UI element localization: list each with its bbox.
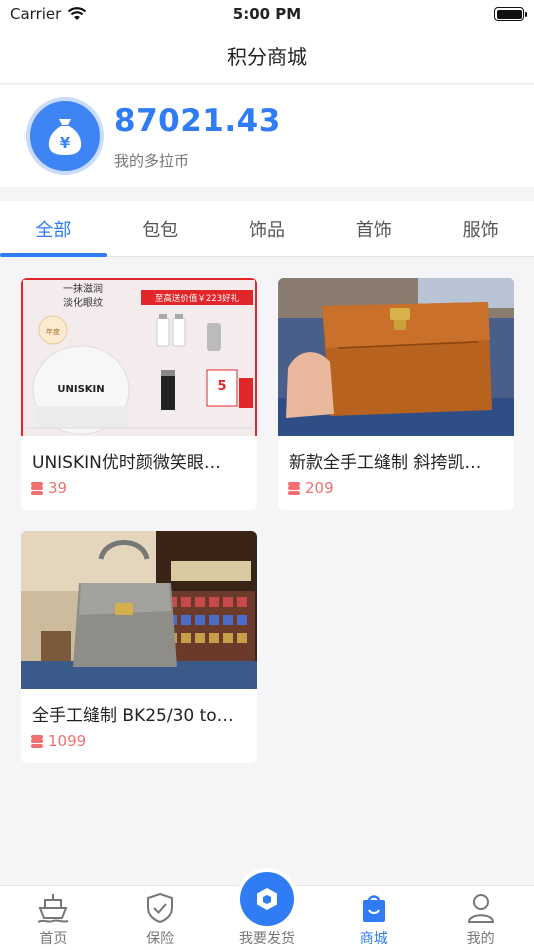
product-card[interactable]: 全手工缝制 BK25/30 to… 1099 (21, 531, 257, 763)
svg-text:¥: ¥ (60, 134, 71, 152)
ship-icon (36, 891, 70, 925)
coin-icon (31, 481, 43, 495)
balance-label: 我的多拉币 (114, 152, 190, 170)
price-value: 39 (48, 479, 68, 497)
skincare-product-image: 一抹滋润 淡化眼纹 至高送价值￥223好礼 年度 UNISKIN 5 (21, 278, 257, 436)
category-tabs: 全部 包包 饰品 首饰 服饰 (0, 201, 534, 257)
tabbar-label: 保险 (146, 931, 175, 947)
product-card[interactable]: 一抹滋润 淡化眼纹 至高送价值￥223好礼 年度 UNISKIN 5 UNISK… (21, 278, 257, 510)
product-price: 1099 (31, 732, 86, 750)
status-left: Carrier (10, 5, 87, 23)
ship-goods-button[interactable] (235, 868, 298, 930)
svg-text:一抹滋润: 一抹滋润 (63, 282, 103, 295)
tabbar-label: 我要发货 (238, 931, 295, 947)
tabbar-label: 我的 (466, 931, 495, 947)
tabbar-label: 首页 (39, 931, 68, 947)
tabbar-home[interactable]: 首页 (0, 886, 107, 950)
tab-accessories[interactable]: 饰品 (214, 201, 321, 256)
package-icon (239, 872, 294, 926)
carrier-label: Carrier (10, 5, 62, 23)
tab-clothing[interactable]: 服饰 (427, 201, 534, 256)
bottom-tab-bar: 首页 保险 我要发货 商城 我的 (0, 868, 534, 950)
shield-check-icon (143, 891, 177, 925)
price-value: 1099 (48, 732, 87, 750)
grey-handbag-image (21, 531, 257, 689)
price-value: 209 (305, 479, 334, 497)
product-title: 全手工缝制 BK25/30 to… (32, 706, 234, 726)
tabbar-label: 商城 (359, 931, 388, 947)
tab-bags[interactable]: 包包 (107, 201, 214, 256)
product-price: 39 (31, 479, 67, 497)
tabbar-ship-goods[interactable]: 我要发货 (214, 868, 321, 950)
wifi-icon (68, 7, 87, 20)
tab-all[interactable]: 全部 (0, 201, 107, 257)
tabbar-mine[interactable]: 我的 (427, 886, 534, 950)
product-card[interactable]: 新款全手工缝制 斜挎凯… 209 (278, 278, 514, 510)
product-title: 新款全手工缝制 斜挎凯… (289, 453, 482, 473)
svg-text:UNISKIN: UNISKIN (57, 384, 104, 395)
status-bar: Carrier 5:00 PM (0, 0, 534, 28)
svg-text:淡化眼纹: 淡化眼纹 (63, 296, 103, 309)
svg-text:5: 5 (217, 379, 226, 394)
shopping-bag-icon (357, 891, 391, 925)
battery-icon (494, 7, 527, 21)
coin-icon (288, 481, 300, 495)
nav-bar: 积分商城 (0, 28, 534, 84)
user-icon (464, 891, 498, 925)
svg-text:年度: 年度 (46, 327, 60, 336)
wallet-card: ¥ 87021.43 我的多拉币 (0, 85, 534, 187)
coin-icon (31, 734, 43, 748)
tabbar-mall[interactable]: 商城 (320, 886, 427, 950)
product-title: UNISKIN优时颜微笑眼… (32, 453, 221, 473)
product-price: 209 (288, 479, 334, 497)
tab-jewelry[interactable]: 首饰 (320, 201, 427, 256)
page-title: 积分商城 (227, 45, 307, 69)
tabbar-insurance[interactable]: 保险 (107, 886, 214, 950)
svg-text:至高送价值￥223好礼: 至高送价值￥223好礼 (155, 293, 240, 304)
balance-amount: 87021.43 (114, 103, 281, 139)
money-bag-icon: ¥ (26, 97, 104, 175)
brown-leather-bag-image (278, 278, 514, 436)
